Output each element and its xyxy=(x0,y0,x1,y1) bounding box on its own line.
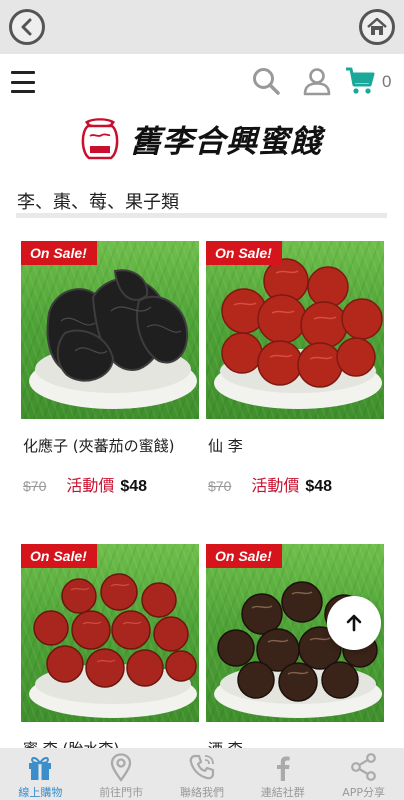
user-icon[interactable] xyxy=(302,66,332,96)
original-price: $70 xyxy=(208,478,232,494)
nav-social-links[interactable]: 連結社群 xyxy=(242,748,323,800)
store-header: 0 xyxy=(0,54,404,112)
arrow-up-icon xyxy=(346,614,362,632)
promo-label: 活動價 xyxy=(66,476,115,495)
phone-icon xyxy=(189,754,215,780)
map-pin-icon xyxy=(111,753,132,782)
nav-label: 聯絡我們 xyxy=(179,786,224,799)
product-image[interactable]: On Sale! xyxy=(206,241,384,419)
gift-icon xyxy=(29,757,52,780)
product-card[interactable]: On Sale! 蜜 李 (胎水李) xyxy=(21,544,199,759)
price-row: $70 活動價 $48 xyxy=(23,472,199,496)
top-app-bar xyxy=(0,0,404,54)
product-image[interactable]: On Sale! xyxy=(21,241,199,419)
chevron-left-icon xyxy=(21,18,32,36)
product-name[interactable]: 化應子 (夾蕃茄の蜜餞) xyxy=(23,435,199,456)
nav-store-location[interactable]: 前往門市 xyxy=(81,748,162,800)
bottom-nav: 線上購物 前往門市 聯絡我們 連結社群 APP分享 xyxy=(0,748,404,800)
sale-badge: On Sale! xyxy=(206,544,282,568)
scroll-to-top-button[interactable] xyxy=(327,596,381,650)
product-card[interactable]: On Sale! 酒 李 xyxy=(206,544,384,759)
nav-app-share[interactable]: APP分享 xyxy=(323,748,404,800)
house-icon xyxy=(367,17,387,35)
product-name[interactable]: 仙 李 xyxy=(208,435,384,456)
price-row: $70 活動價 $48 xyxy=(208,472,384,496)
sale-price: $48 xyxy=(305,478,333,495)
nav-label: 線上購物 xyxy=(18,786,63,799)
original-price: $70 xyxy=(23,478,47,494)
product-card[interactable]: On Sale! 仙 李 $70 活動價 $48 xyxy=(206,241,384,496)
hamburger-icon[interactable] xyxy=(11,71,35,93)
sale-price: $48 xyxy=(120,478,148,495)
product-card[interactable]: On Sale! 化應子 (夾蕃茄の蜜餞) $70 活動價 $48 xyxy=(21,241,199,496)
promo-label: 活動價 xyxy=(251,476,300,495)
nav-label: APP分享 xyxy=(342,786,385,799)
store-logo[interactable]: 舊李合興蜜餞 xyxy=(76,112,334,164)
category-title: 李、棗、莓、果子類 xyxy=(17,192,179,213)
store-name: 舊李合興蜜餞 xyxy=(130,123,322,160)
back-button[interactable] xyxy=(9,9,45,45)
facebook-icon xyxy=(276,756,290,781)
sale-badge: On Sale! xyxy=(21,241,97,265)
search-icon[interactable] xyxy=(251,66,281,96)
product-image[interactable]: On Sale! xyxy=(21,544,199,722)
sale-badge: On Sale! xyxy=(206,241,282,265)
shopping-cart-icon[interactable] xyxy=(345,66,375,96)
share-icon xyxy=(350,753,376,781)
category-divider xyxy=(16,213,387,218)
sale-badge: On Sale! xyxy=(21,544,97,568)
nav-contact-us[interactable]: 聯絡我們 xyxy=(162,748,243,800)
jar-logo-icon xyxy=(81,118,119,160)
nav-label: 前往門市 xyxy=(99,786,144,799)
nav-online-shopping[interactable]: 線上購物 xyxy=(0,748,81,800)
cart-count: 0 xyxy=(382,72,392,91)
home-button[interactable] xyxy=(359,9,395,45)
nav-label: 連結社群 xyxy=(260,786,305,799)
